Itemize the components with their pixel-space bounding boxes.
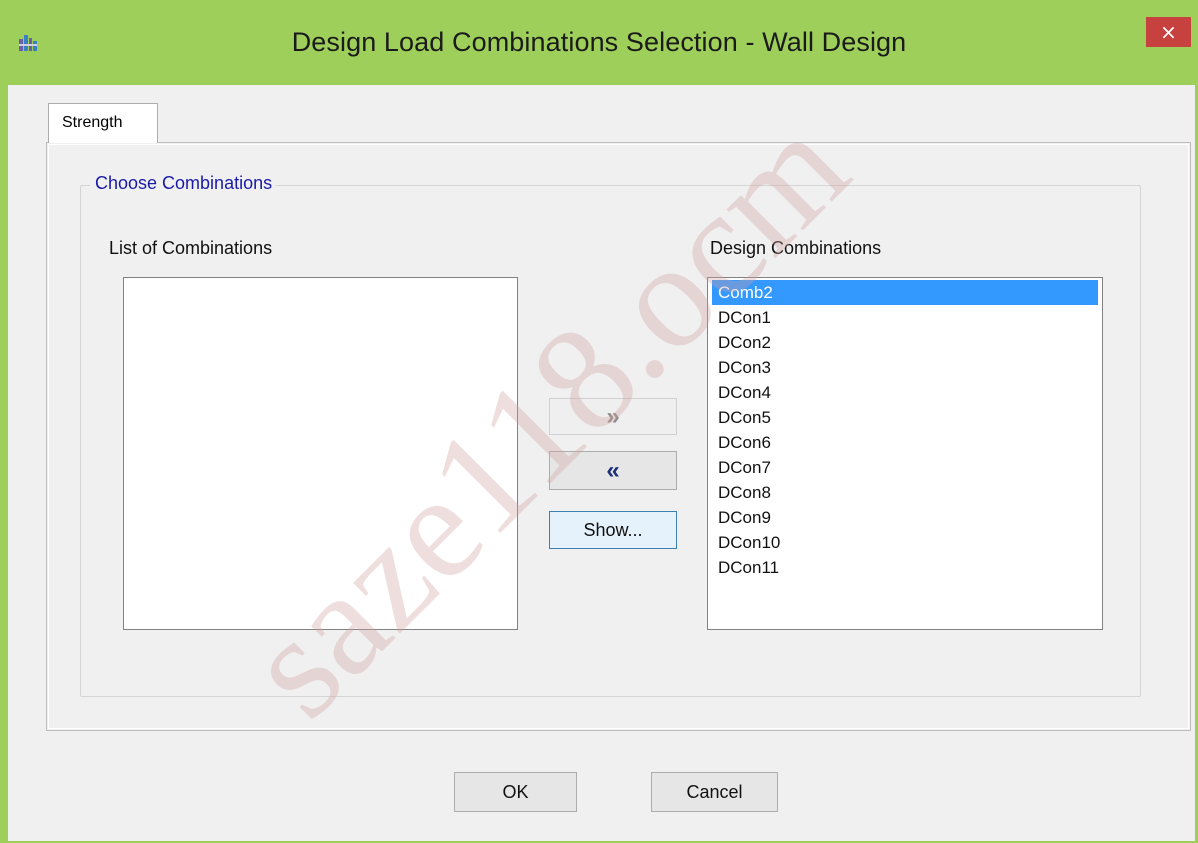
show-button[interactable]: Show... <box>549 511 677 549</box>
remove-button[interactable]: « <box>549 451 677 490</box>
ok-button[interactable]: OK <box>454 772 577 812</box>
list-item[interactable]: DCon5 <box>712 405 1098 430</box>
title-bar[interactable]: Design Load Combinations Selection - Wal… <box>0 0 1198 85</box>
list-item[interactable]: DCon8 <box>712 480 1098 505</box>
design-combinations-label: Design Combinations <box>710 238 882 258</box>
list-item[interactable]: DCon6 <box>712 430 1098 455</box>
list-item[interactable]: DCon7 <box>712 455 1098 480</box>
list-item[interactable]: DCon11 <box>712 555 1098 580</box>
add-button[interactable]: » <box>549 398 677 435</box>
list-item[interactable]: DCon9 <box>712 505 1098 530</box>
tab-strength[interactable]: Strength <box>48 103 158 143</box>
list-item[interactable]: DCon2 <box>712 330 1098 355</box>
list-item[interactable]: Comb2 <box>712 280 1098 305</box>
list-item[interactable]: DCon1 <box>712 305 1098 330</box>
double-chevron-left-icon: « <box>606 457 620 484</box>
list-item[interactable]: DCon4 <box>712 380 1098 405</box>
cancel-button[interactable]: Cancel <box>651 772 778 812</box>
list-item[interactable]: DCon10 <box>712 530 1098 555</box>
tab-panel-strength: Choose Combinations List of Combinations… <box>46 142 1191 731</box>
window-title: Design Load Combinations Selection - Wal… <box>291 27 907 57</box>
design-combinations-list[interactable]: Comb2 DCon1 DCon2 DCon3 DCon4 DCon5 DCon6 DCon7… <box>707 277 1103 630</box>
group-legend: Choose Combinations <box>90 173 276 194</box>
available-combinations-list[interactable] <box>123 277 518 630</box>
list-item[interactable]: DCon3 <box>712 355 1098 380</box>
dialog-window: Design Load Combinations Selection - Wal… <box>0 0 1198 843</box>
close-icon: × <box>1160 20 1177 44</box>
double-chevron-right-icon: » <box>606 403 620 430</box>
tab-strength-label: Strength <box>62 114 123 131</box>
choose-combinations-group: Choose Combinations List of Combinations… <box>80 173 1141 697</box>
dialog-client-area: Strength Choose Combinations List of Com… <box>8 85 1195 841</box>
close-button[interactable]: × <box>1146 17 1191 47</box>
list-of-combinations-label: List of Combinations <box>109 238 273 258</box>
